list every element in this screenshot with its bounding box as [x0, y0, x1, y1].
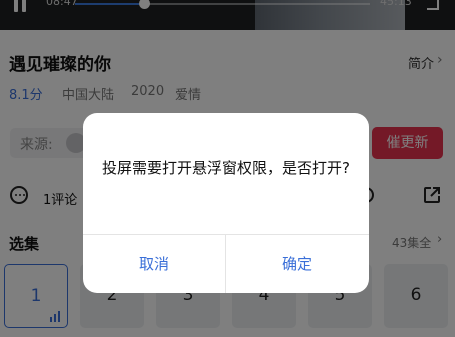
- dialog-message: 投屏需要打开悬浮窗权限，是否打开?: [102, 159, 350, 177]
- cancel-button[interactable]: 取消: [83, 235, 225, 293]
- permission-dialog: 投屏需要打开悬浮窗权限，是否打开? 取消 确定: [83, 113, 369, 293]
- confirm-button[interactable]: 确定: [226, 235, 368, 293]
